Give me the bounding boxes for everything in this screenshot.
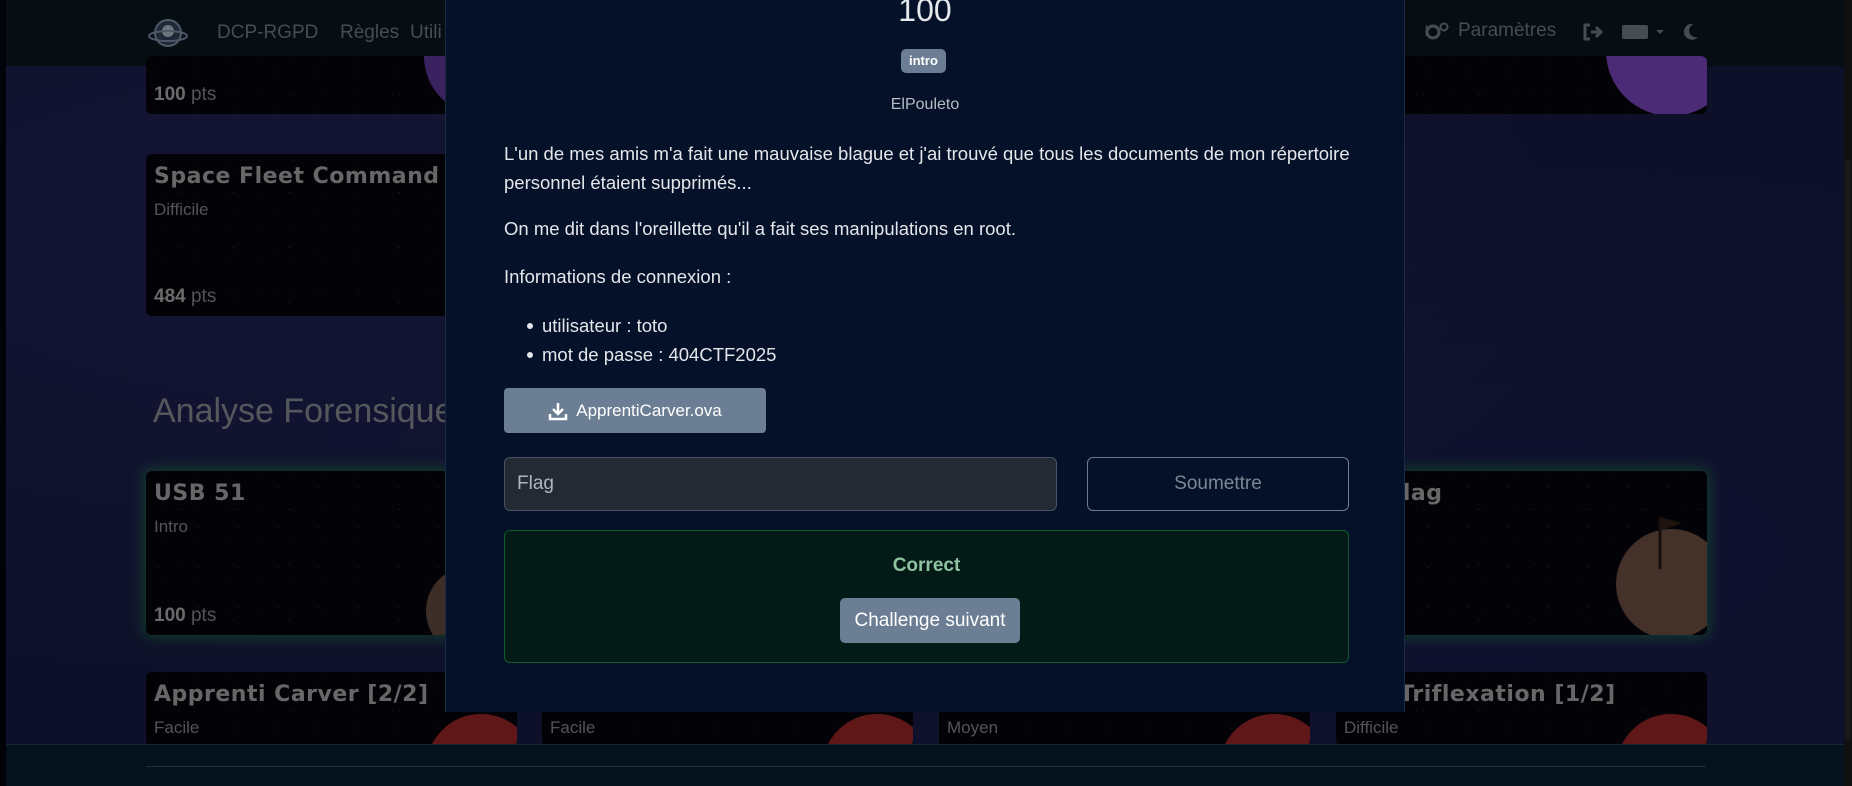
result-alert: Correct Challenge suivant [504, 530, 1349, 663]
flag-input[interactable] [504, 457, 1057, 511]
credential-password: mot de passe : 404CTF2025 [526, 340, 776, 369]
credential-username: utilisateur : toto [526, 311, 776, 340]
download-file-button[interactable]: ApprentiCarver.ova [504, 388, 766, 433]
credentials-list: utilisateur : toto mot de passe : 404CTF… [526, 311, 776, 369]
challenge-hint: On me dit dans l'oreillette qu'il a fait… [504, 218, 1016, 239]
challenge-description: L'un de mes amis m'a fait une mauvaise b… [504, 143, 1350, 193]
challenge-modal: 100 intro ElPouleto L'un de mes amis m'a… [445, 0, 1405, 712]
download-file-label: ApprentiCarver.ova [576, 400, 722, 420]
connection-info-label: Informations de connexion : [504, 266, 732, 287]
challenge-points: 100 [898, 0, 952, 28]
scrollbar-thumb[interactable] [1845, 160, 1851, 740]
result-message: Correct [892, 555, 961, 576]
challenge-tag: intro [901, 49, 946, 73]
next-challenge-button[interactable]: Challenge suivant [840, 598, 1020, 643]
download-icon [548, 402, 568, 420]
submit-button[interactable]: Soumettre [1087, 457, 1349, 511]
challenge-author: ElPouleto [890, 96, 960, 113]
